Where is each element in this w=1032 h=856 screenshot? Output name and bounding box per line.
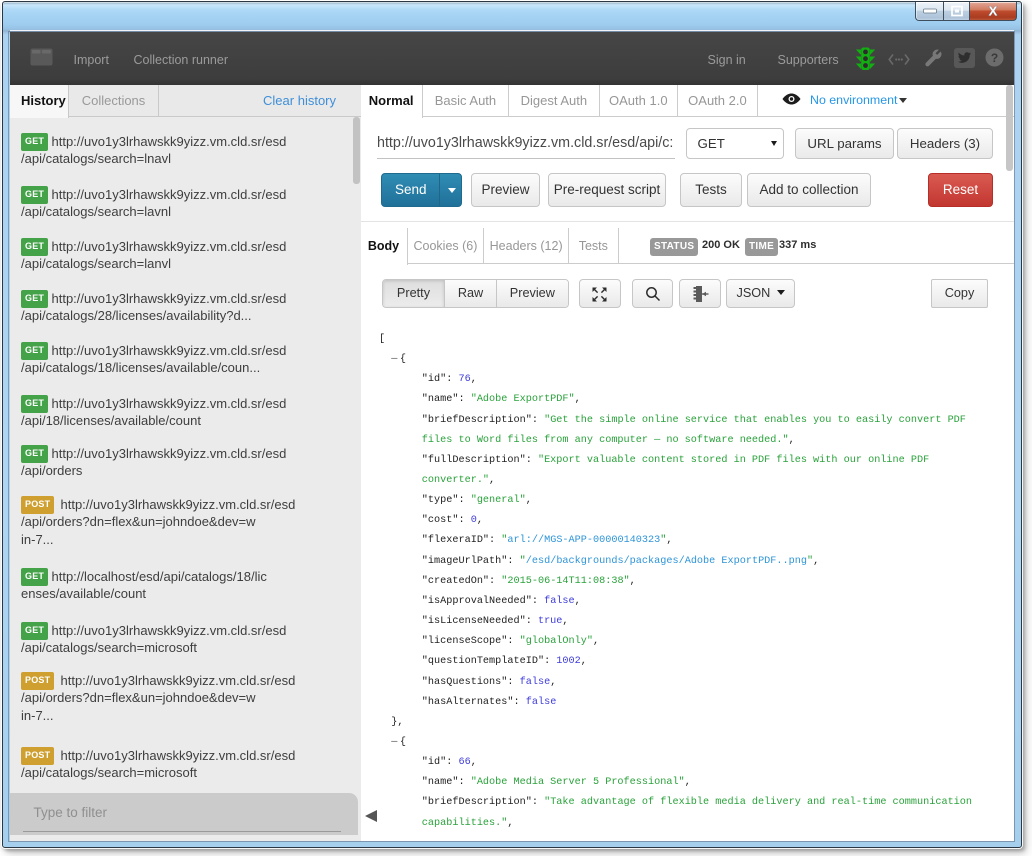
svg-text:X: X bbox=[989, 4, 998, 18]
svg-text:?: ? bbox=[990, 50, 997, 64]
